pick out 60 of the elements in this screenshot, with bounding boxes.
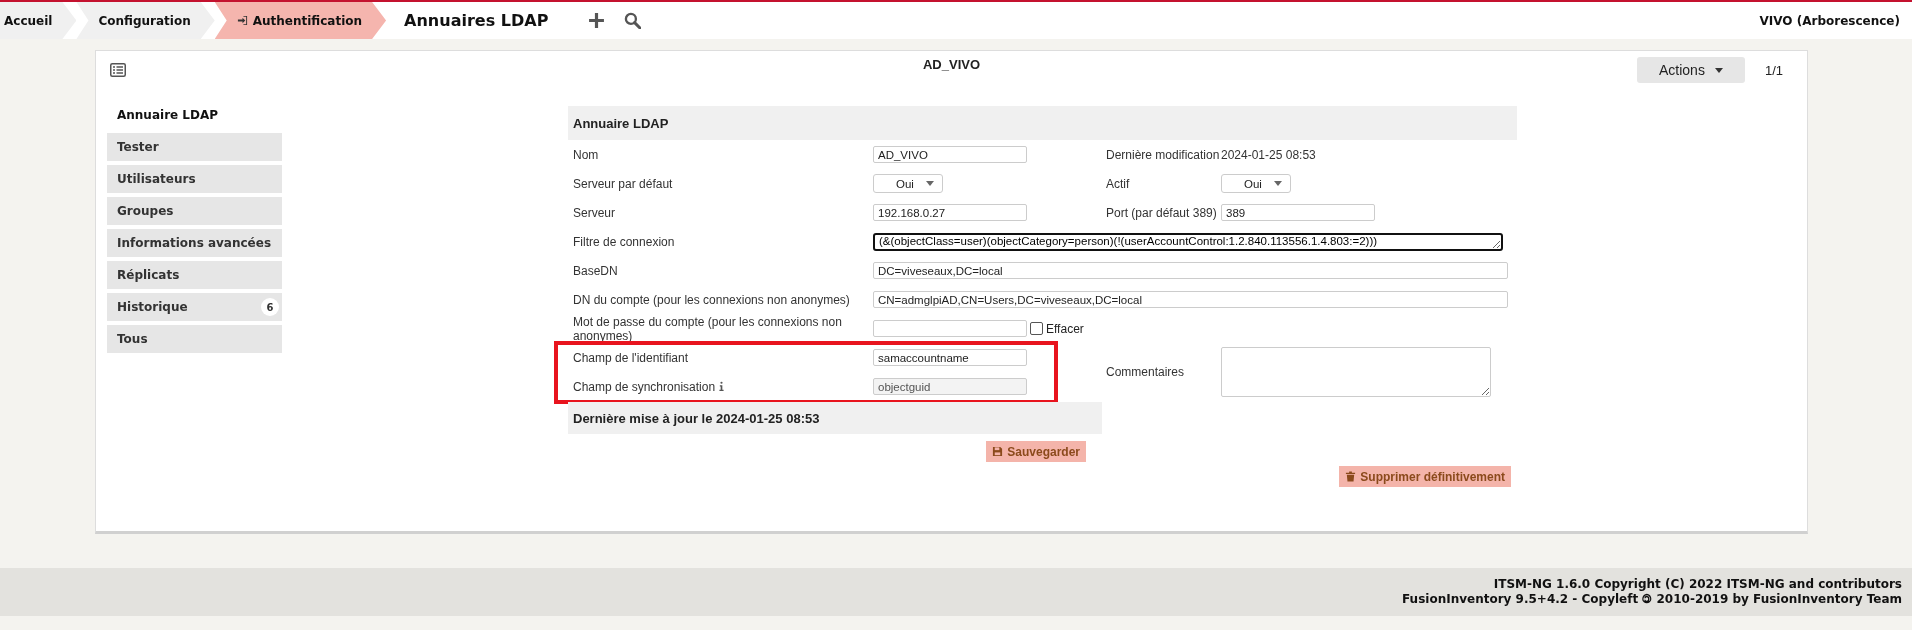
section-header: Annuaire LDAP	[568, 106, 1517, 140]
floppy-icon	[992, 446, 1004, 457]
field-label: Serveur	[572, 205, 617, 220]
info-icon[interactable]	[719, 380, 725, 392]
caret-icon	[1274, 181, 1282, 186]
checkbox-label[interactable]: Effacer	[1046, 321, 1084, 336]
copyright-text: FusionInventory 9.5+4.2 - Copyleft 🄯 2010-2019 by FusionInventory Team	[1402, 592, 1902, 607]
text-field[interactable]: DC=viveseaux,DC=local	[873, 262, 1508, 279]
sign-in-icon	[236, 15, 248, 26]
text-field[interactable]: objectguid	[873, 378, 1027, 395]
field-value: 2024-01-25 08:53	[1221, 147, 1316, 162]
comment-field[interactable]	[1221, 347, 1491, 397]
text-field[interactable]: CN=admglpiAD,CN=Users,DC=viveseaux,DC=local	[873, 291, 1508, 308]
field-label: Filtre de connexion	[572, 234, 676, 249]
pager: 1/1	[1764, 62, 1783, 78]
field-label: Port (par défaut 389)	[1105, 205, 1218, 220]
breadcrumb[interactable]: Accueil	[0, 2, 77, 39]
filter-field[interactable]: (&(objectClass=user)(objectCategory=person)(!(userAccountControl:1.2.840.113556.1.4.803:=2)))	[873, 232, 1503, 251]
sidebar-tab[interactable]: Tester	[107, 133, 282, 161]
field-label: DN du compte (pour les connexions non anonymes)	[572, 292, 851, 307]
breadcrumb[interactable]: Configuration	[76, 2, 215, 39]
text-field[interactable]: 192.168.0.27	[873, 204, 1027, 221]
last-update-bar: Dernière mise à jour le 2024-01-25 08:53	[568, 402, 1102, 434]
field-label: Champ de l'identifiant	[572, 350, 690, 365]
field-label: BaseDN	[572, 263, 619, 278]
field-label: Nom	[572, 147, 600, 162]
search-icon[interactable]	[624, 12, 642, 29]
trash-icon	[1345, 471, 1357, 482]
sidebar-tab[interactable]: Historique 6	[107, 293, 282, 321]
sidebar-tab[interactable]: Tous	[107, 325, 282, 353]
entity-name[interactable]: VIVO (Arborescence)	[1759, 13, 1900, 28]
text-field[interactable]: 389	[1221, 204, 1375, 221]
dropdown[interactable]: Oui	[873, 174, 943, 193]
field-label: Dernière modification	[1105, 147, 1221, 162]
field-label: Champ de synchronisation	[568, 379, 873, 394]
field-label: Actif	[1105, 176, 1131, 191]
delete-button[interactable]: Supprimer définitivement	[1339, 466, 1511, 487]
field-label: Serveur par défaut	[572, 176, 674, 191]
page-title: Annuaires LDAP	[404, 11, 549, 30]
save-button[interactable]: Sauvegarder	[986, 441, 1086, 462]
caret-icon	[926, 181, 934, 186]
sidebar-tab[interactable]: Groupes	[107, 197, 282, 225]
count-badge: 6	[261, 298, 279, 316]
sidebar-tab[interactable]: Utilisateurs	[107, 165, 282, 193]
caret-icon	[1714, 67, 1723, 73]
text-field[interactable]: AD_VIVO	[873, 146, 1027, 163]
record-title: AD_VIVO	[922, 57, 981, 72]
password-field[interactable]	[873, 320, 1027, 337]
add-icon[interactable]	[588, 12, 606, 29]
text-field[interactable]: samaccountname	[873, 349, 1027, 366]
copyright-text: ITSM-NG 1.6.0 Copyright (C) 2022 ITSM-NG and contributors	[1493, 577, 1902, 592]
sidebar-tab[interactable]: Réplicats	[107, 261, 282, 289]
list-icon[interactable]	[110, 63, 126, 77]
field-label: Commentaires	[1105, 365, 1186, 379]
sidebar-tab[interactable]: Informations avancées	[107, 229, 282, 257]
checkbox[interactable]	[1030, 322, 1043, 335]
dropdown[interactable]: Oui	[1221, 174, 1291, 193]
actions-button[interactable]: Actions	[1637, 57, 1745, 83]
field-label: Mot de passe du compte (pour les connexions non anonymes)	[572, 314, 843, 343]
breadcrumb[interactable]: Authentification	[214, 2, 387, 39]
